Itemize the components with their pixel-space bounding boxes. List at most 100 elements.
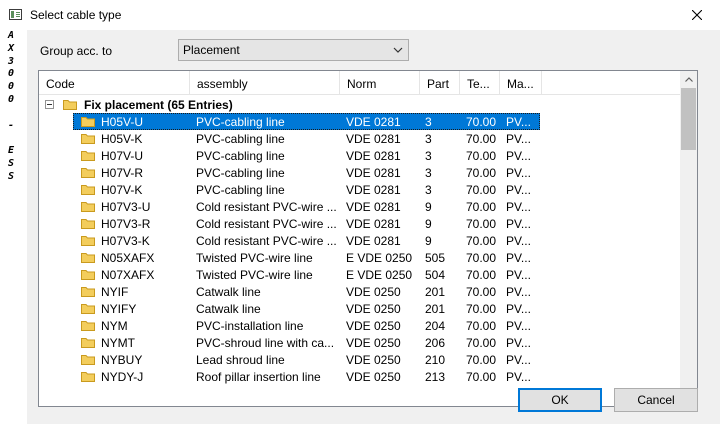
- cell-material: PV...: [506, 217, 531, 231]
- column-header-part[interactable]: Part: [420, 71, 460, 95]
- table-row[interactable]: NYMT PVC-shroud line with ca... VDE 0250 20…: [39, 334, 681, 351]
- cell-part: 505: [425, 251, 446, 265]
- table-row[interactable]: H07V-R PVC-cabling line VDE 0281 3 70.00 PV..…: [39, 164, 681, 181]
- cell-temperature: 70.00: [466, 336, 497, 350]
- cell-temperature: 70.00: [466, 234, 497, 248]
- table-row[interactable]: N05XAFX Twisted PVC-wire line E VDE 0250 50…: [39, 249, 681, 266]
- folder-icon: [81, 355, 95, 365]
- cell-assembly: Cold resistant PVC-wire ...: [196, 234, 337, 248]
- folder-icon: [81, 338, 95, 348]
- table-row[interactable]: H07V-K PVC-cabling line VDE 0281 3 70.00 PV..…: [39, 181, 681, 198]
- left-strip: AX3000-ESS: [0, 30, 27, 424]
- cell-temperature: 70.00: [466, 200, 497, 214]
- table-row[interactable]: NYM PVC-installation line VDE 0250 204 70.00…: [39, 317, 681, 334]
- cell-assembly: PVC-installation line: [196, 319, 304, 333]
- folder-icon: [63, 100, 77, 110]
- cell-code: N05XAFX: [101, 251, 155, 265]
- chevron-down-icon: [393, 47, 403, 53]
- column-header-norm[interactable]: Norm: [340, 71, 420, 95]
- table-row[interactable]: H07V3-R Cold resistant PVC-wire ... VDE 02…: [39, 215, 681, 232]
- vertical-label-char: X: [7, 42, 15, 54]
- cell-part: 201: [425, 302, 446, 316]
- cell-norm: VDE 0281: [346, 234, 401, 248]
- cell-assembly: Lead shroud line: [196, 353, 285, 367]
- dialog-body: Group acc. to Placement Code assembly No…: [27, 30, 720, 424]
- scrollbar-thumb[interactable]: [681, 88, 696, 150]
- table-row[interactable]: H07V3-U Cold resistant PVC-wire ... VDE 02…: [39, 198, 681, 215]
- cell-part: 3: [425, 166, 432, 180]
- cell-code: NYIF: [101, 285, 129, 299]
- folder-icon: [81, 253, 95, 263]
- table-row[interactable]: NYIFY Catwalk line VDE 0250 201 70.00 PV...: [39, 300, 681, 317]
- cell-norm: VDE 0250: [346, 336, 401, 350]
- cell-material: PV...: [506, 268, 531, 282]
- cell-assembly: PVC-cabling line: [196, 183, 285, 197]
- cell-material: PV...: [506, 302, 531, 316]
- vertical-label-char: 3: [7, 55, 15, 67]
- cell-material: PV...: [506, 319, 531, 333]
- table-row[interactable]: N07XAFX Twisted PVC-wire line E VDE 0250 50…: [39, 266, 681, 283]
- cell-code: H07V3-U: [101, 200, 151, 214]
- cell-material: PV...: [506, 149, 531, 163]
- table-row[interactable]: H07V-U PVC-cabling line VDE 0281 3 70.00 PV..…: [39, 147, 681, 164]
- cell-part: 206: [425, 336, 446, 350]
- app-icon: [9, 9, 22, 20]
- tree-rows: Fix placement (65 Entries) H05V-U PVC-cab…: [39, 96, 681, 385]
- table-row[interactable]: NYDY-J Roof pillar insertion line VDE 0250…: [39, 368, 681, 385]
- cell-temperature: 70.00: [466, 166, 497, 180]
- scroll-up-button[interactable]: [680, 71, 697, 88]
- folder-icon: [81, 202, 95, 212]
- cell-temperature: 70.00: [466, 217, 497, 231]
- group-node-row[interactable]: Fix placement (65 Entries): [39, 96, 681, 113]
- cell-part: 3: [425, 115, 432, 129]
- cell-material: PV...: [506, 353, 531, 367]
- column-header-temperature[interactable]: Te...: [460, 71, 500, 95]
- cell-part: 3: [425, 183, 432, 197]
- cell-temperature: 70.00: [466, 268, 497, 282]
- table-row[interactable]: NYIF Catwalk line VDE 0250 201 70.00 PV...: [39, 283, 681, 300]
- collapse-icon[interactable]: [45, 100, 54, 109]
- column-header-assembly[interactable]: assembly: [190, 71, 340, 95]
- table-row[interactable]: NYBUY Lead shroud line VDE 0250 210 70.00 PV.…: [39, 351, 681, 368]
- cell-temperature: 70.00: [466, 285, 497, 299]
- cell-norm: VDE 0250: [346, 353, 401, 367]
- cancel-button[interactable]: Cancel: [614, 388, 698, 412]
- table-row[interactable]: H05V-K PVC-cabling line VDE 0281 3 70.00 PV..…: [39, 130, 681, 147]
- cell-temperature: 70.00: [466, 149, 497, 163]
- cell-assembly: PVC-cabling line: [196, 115, 285, 129]
- ok-button[interactable]: OK: [518, 388, 602, 412]
- cell-temperature: 70.00: [466, 183, 497, 197]
- title-bar: Select cable type: [0, 0, 720, 30]
- folder-icon: [81, 151, 95, 161]
- cell-code: H07V3-R: [101, 217, 151, 231]
- close-icon: [692, 10, 702, 20]
- table-row[interactable]: H05V-U PVC-cabling line VDE 0281 3 70.00 PV..…: [39, 113, 681, 130]
- cell-code: NYIFY: [101, 302, 137, 316]
- table-row[interactable]: H07V3-K Cold resistant PVC-wire ... VDE 02…: [39, 232, 681, 249]
- vertical-label-char: E: [7, 145, 15, 157]
- group-select[interactable]: Placement: [178, 39, 409, 61]
- column-header-material[interactable]: Ma...: [500, 71, 542, 95]
- cell-temperature: 70.00: [466, 319, 497, 333]
- cell-material: PV...: [506, 336, 531, 350]
- folder-icon: [81, 236, 95, 246]
- folder-icon: [81, 185, 95, 195]
- folder-icon: [81, 304, 95, 314]
- vertical-label-char: 0: [7, 68, 15, 80]
- column-header: Code assembly Norm Part Te... Ma...: [39, 71, 681, 95]
- cable-tree-list[interactable]: Code assembly Norm Part Te... Ma... Fix …: [38, 70, 698, 407]
- folder-icon: [81, 134, 95, 144]
- cell-norm: VDE 0281: [346, 166, 401, 180]
- folder-icon: [81, 287, 95, 297]
- cell-material: PV...: [506, 370, 531, 384]
- cell-part: 504: [425, 268, 446, 282]
- vertical-scrollbar[interactable]: [680, 71, 697, 406]
- cell-norm: VDE 0250: [346, 319, 401, 333]
- cell-code: H05V-K: [101, 132, 143, 146]
- cell-assembly: Catwalk line: [196, 302, 261, 316]
- cell-norm: VDE 0281: [346, 115, 401, 129]
- close-button[interactable]: [674, 0, 720, 30]
- column-header-code[interactable]: Code: [39, 71, 190, 95]
- cell-assembly: Cold resistant PVC-wire ...: [196, 217, 337, 231]
- cell-code: H07V-R: [101, 166, 144, 180]
